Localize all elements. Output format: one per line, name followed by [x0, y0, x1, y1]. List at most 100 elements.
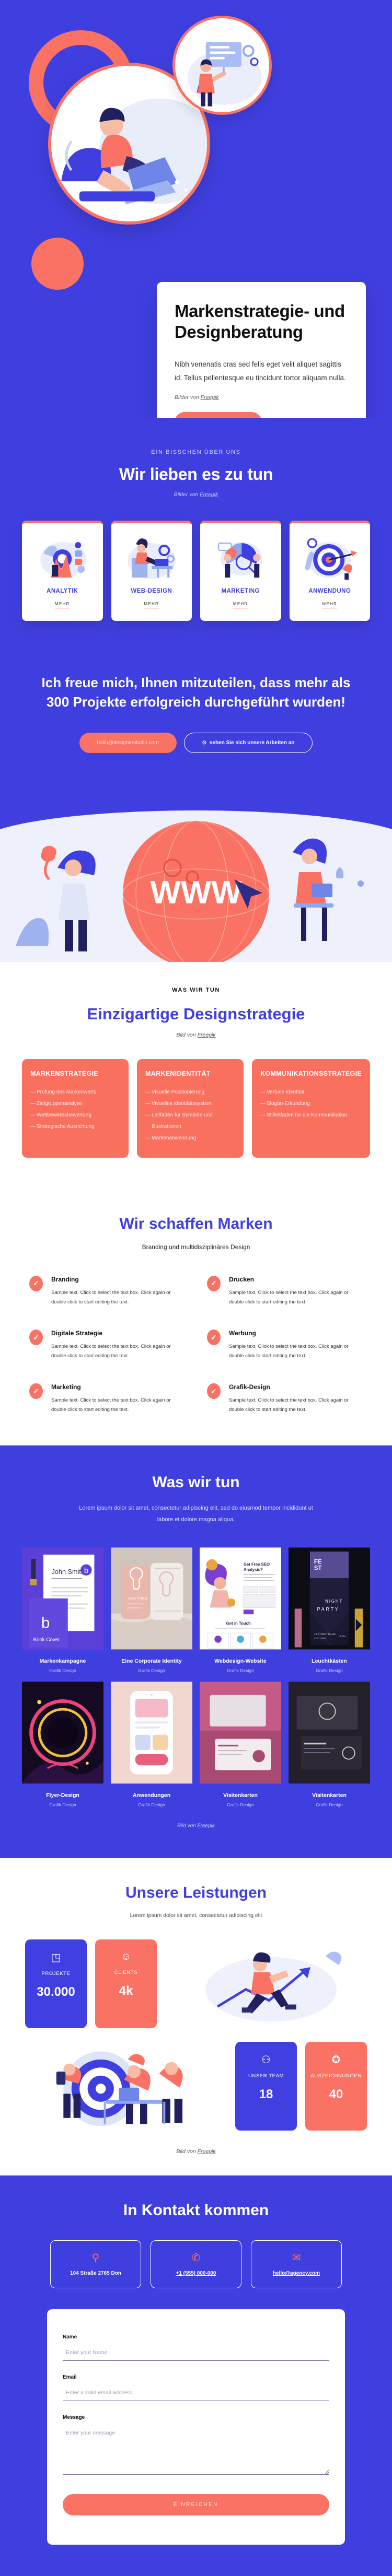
www-scene: WWW — [16, 820, 364, 962]
view-work-button[interactable]: ⊙ sehen Sie sich unsere Arbeiten an — [183, 732, 313, 753]
svg-text:Analysis?: Analysis? — [244, 1568, 263, 1572]
check-icon: ✓ — [207, 1330, 221, 1346]
service-card-web-design[interactable]: WEB-DESIGN MEHR — [111, 521, 192, 621]
service-card-grid: ANALYTIK MEHR WEB-DESIGN MEHR MARKETING … — [0, 521, 392, 621]
stat-label: CLIENTS — [114, 1970, 138, 1976]
stat-label: PROJEKTE — [41, 1971, 71, 1977]
portfolio-thumbnail: John Smith b b Book Cover — [22, 1546, 103, 1651]
about-heading: Wir lieben es zu tun — [119, 465, 273, 484]
client-icon: ☺ — [120, 1951, 132, 1963]
brands-subtitle: Branding und multidisziplinäres Design — [142, 1243, 250, 1251]
projects-banner: Ich freue mich, Ihnen mitzuteilen, dass … — [0, 668, 392, 790]
freepik-link[interactable]: Freepik — [198, 1823, 215, 1829]
service-card-anwendung[interactable]: ANWENDUNG MEHR — [289, 521, 370, 621]
portfolio-item-corporate-identity[interactable]: CEO YONO Eine Corporate Identity Grafik … — [111, 1546, 192, 1673]
contact-section: In Kontakt kommen ⚲ 104 Straße 2765 Don … — [0, 2175, 392, 2576]
service-more-link[interactable]: MEHR — [144, 602, 159, 608]
feature-text: Sample text. Click to select the text bo… — [51, 1344, 171, 1359]
contact-card-address[interactable]: ⚲ 104 Straße 2765 Don — [50, 2240, 141, 2289]
portfolio-item-markenkampagne[interactable]: John Smith b b Book Cover Markenkampagne… — [22, 1546, 103, 1673]
about-section: EIN BISSCHEN ÜBER UNS Wir lieben es zu t… — [0, 418, 392, 668]
team-dartboard-icon — [56, 2051, 183, 2126]
svg-text:Book Cover: Book Cover — [33, 1637, 60, 1643]
strategy-card-markenstrategie: MARKENSTRATEGIE Prüfung des Markenwerts … — [22, 1059, 129, 1158]
book-cover-mockup: John Smith b b Book Cover — [22, 1547, 103, 1650]
email-cta-button[interactable]: hallo@designerstudio.com — [79, 732, 177, 753]
portfolio-title: Eine Corporate Identity — [121, 1658, 182, 1665]
freepik-link[interactable]: Freepik — [198, 2148, 216, 2155]
portfolio-item-flyer-design[interactable]: Flyer-Design Grafik Design — [22, 1680, 103, 1807]
service-card-marketing[interactable]: MARKETING MEHR — [200, 521, 281, 621]
business-card-mockup: CEO YONO — [111, 1547, 192, 1650]
portfolio-subtitle: Lorem ipsum dolor sit amet, consectetur … — [79, 1505, 313, 1523]
message-label: Message — [63, 2415, 85, 2421]
banner-cta-row: hallo@designerstudio.com ⊙ sehen Sie sic… — [31, 732, 361, 753]
feature-title: Branding — [51, 1275, 79, 1283]
feature-digitale-strategie: ✓ Digitale Strategie Sample text. Click … — [29, 1330, 185, 1360]
stat-label: AUSZEICHNUNGEN — [310, 2073, 362, 2079]
feature-marketing: ✓ Marketing Sample text. Click to select… — [29, 1383, 185, 1414]
email-input[interactable] — [63, 2387, 329, 2402]
feature-text: Sample text. Click to select the text bo… — [229, 1397, 349, 1413]
feature-grafik-design: ✓ Grafik-Design Sample text. Click to se… — [207, 1383, 363, 1414]
portfolio-item-visitenkarten-2[interactable]: Visitenkarten Grafik Design — [289, 1680, 370, 1807]
marketing-illustration — [205, 533, 276, 581]
page-title: Markenstrategie- und Designberatung — [175, 301, 345, 342]
contact-card-phone[interactable]: ✆ +1 (555) 000-000 — [151, 2240, 241, 2289]
portfolio-thumbnail — [111, 1680, 192, 1785]
service-more-link[interactable]: MEHR — [322, 602, 338, 608]
svg-text:John Smith: John Smith — [52, 1568, 85, 1575]
service-more-link[interactable]: MEHR — [54, 602, 70, 608]
feature-drucken: ✓ Drucken Sample text. Click to select t… — [207, 1275, 363, 1307]
portfolio-item-leuchtkaesten[interactable]: FE ST NIGHT PARTY 12 STREET NAME CITY 50… — [289, 1546, 370, 1673]
feature-title: Digitale Strategie — [51, 1330, 103, 1337]
webdesign-icon — [127, 538, 176, 579]
read-more-button[interactable]: WEITERLESEN — [175, 412, 262, 418]
credit-prefix: Bilder von — [174, 491, 200, 498]
portfolio-title: Webdesign-Website — [214, 1658, 267, 1665]
check-icon: ✓ — [207, 1275, 221, 1291]
feature-text: Sample text. Click to select the text bo… — [229, 1344, 349, 1359]
submit-button[interactable]: EINREICHEN — [63, 2494, 329, 2516]
service-card-analytik[interactable]: ANALYTIK MEHR — [22, 521, 103, 621]
freepik-link[interactable]: Freepik — [201, 394, 219, 401]
about-credit: Bilder von Freepik — [0, 491, 392, 498]
strategy-card-markenidentitaet: MARKENIDENTITÄT Visuelle Positionierung … — [137, 1059, 244, 1158]
service-card-title: WEB-DESIGN — [131, 588, 172, 594]
portfolio-title: Markenkampagne — [39, 1658, 86, 1665]
webdesign-illustration — [117, 533, 187, 581]
list-item: Leitfäden für Symbole und Illustrationen — [145, 1110, 235, 1133]
portfolio-title: Flyer-Design — [46, 1792, 79, 1799]
pink-card-mockup — [200, 1681, 281, 1784]
portfolio-item-visitenkarten-1[interactable]: Visitenkarten Grafik Design — [200, 1680, 281, 1807]
analytics-illustration — [27, 533, 98, 581]
portfolio-item-webdesign-website[interactable]: Get Free SEO Analysis? Get in Touch Webd… — [200, 1546, 281, 1673]
stat-value: 4k — [119, 1983, 133, 1998]
target-icon — [304, 538, 357, 580]
project-icon: ◳ — [51, 1952, 61, 1964]
hero-credit: Bilder von Freepik — [175, 394, 348, 401]
portfolio-category: Grafik Design — [49, 1802, 76, 1808]
message-textarea[interactable] — [63, 2428, 329, 2475]
portfolio-credit: Bild von Freepik — [0, 1823, 392, 1829]
freepik-link[interactable]: Freepik — [198, 1032, 216, 1038]
portfolio-item-anwendungen[interactable]: Anwendungen Grafik Design — [111, 1680, 192, 1807]
list-item: Stilleitfaden für die Kommunikation — [260, 1110, 362, 1121]
svg-text:b: b — [41, 1615, 50, 1632]
stats-subtitle: Lorem ipsum dolor sit amet, consectetur … — [130, 1912, 262, 1919]
contact-card-email[interactable]: ✉ hello@agency.com — [251, 2240, 342, 2289]
strategy-card-kommunikationsstrategie: KOMMUNIKATIONSSTRATEGIE Verbale Identitä… — [252, 1059, 370, 1158]
svg-text:b: b — [84, 1567, 88, 1575]
service-more-link[interactable]: MEHR — [233, 602, 248, 608]
service-card-title: MARKETING — [221, 588, 260, 594]
portfolio-category: Grafik Design — [227, 1668, 254, 1674]
name-input[interactable] — [63, 2347, 329, 2361]
freepik-link[interactable]: Freepik — [200, 491, 218, 498]
svg-text:ST: ST — [314, 1565, 322, 1572]
landing-page: Markenstrategie- und Designberatung Nibh… — [0, 0, 392, 2576]
stat-value: 40 — [329, 2087, 343, 2101]
play-circle-icon: ⊙ — [202, 739, 206, 746]
feature-werbung: ✓ Werbung Sample text. Click to select t… — [207, 1330, 363, 1360]
brands-section: Wir schaffen Marken Branding und multidi… — [0, 1189, 392, 1446]
service-card-title: ANALYTIK — [47, 588, 78, 594]
